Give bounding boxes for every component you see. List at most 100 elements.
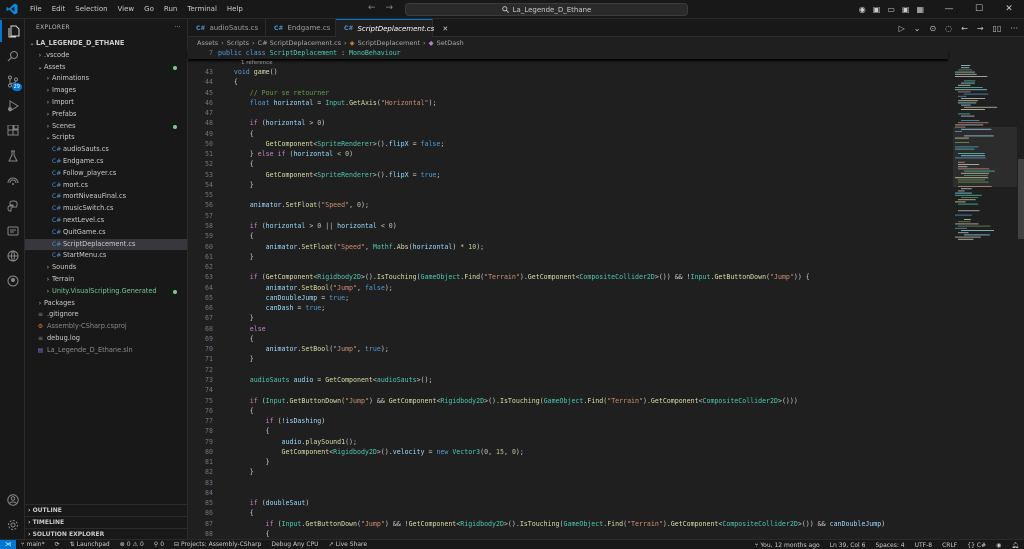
breadcrumb-item[interactable]: ScriptDeplacement [358,39,420,47]
explorer-icon[interactable] [0,20,25,42]
folder-item[interactable]: › .vscode [25,50,187,62]
ports-indicator[interactable]: ⚲ 0 [149,541,169,548]
remote-explorer-icon[interactable] [0,170,25,192]
run-debug-icon[interactable] [0,95,25,117]
projects-indicator[interactable]: ⊟ Projects: Assembly-CSharp [169,541,266,548]
search-icon[interactable] [0,45,25,67]
folder-item[interactable]: › Scenes [25,121,187,133]
extensions-icon[interactable] [0,120,25,142]
python-icon[interactable] [0,195,25,217]
menu-item-terminal[interactable]: Terminal [182,0,222,19]
back-arrow-icon[interactable]: ← [368,3,376,13]
folder-item[interactable]: › Terrain [25,274,187,286]
minimap[interactable] [953,49,1017,249]
file-item[interactable]: ≡ .gitignore [25,309,187,321]
github-icon[interactable] [0,270,25,292]
source-control-icon[interactable]: 29 [0,70,25,92]
menu-item-file[interactable]: File [25,0,47,19]
line-endings[interactable]: CRLF [937,542,962,549]
customize-layout-icon[interactable]: ▦ [916,5,924,14]
vertical-scrollbar[interactable] [1017,49,1024,539]
tab-scriptdeplacement[interactable]: C# ScriptDeplacement.cs ✕ [336,19,448,37]
command-center-search[interactable]: La_Legende_D_Ethane [405,3,688,16]
maximize-icon[interactable]: ☐ [964,0,994,19]
folder-item[interactable]: ⌄ LA_LEGENDE_D_ETHANE [25,38,187,50]
launchpad-indicator[interactable]: ⇅ Launchpad [65,541,115,548]
go-back-icon[interactable]: ← [961,24,968,33]
file-item[interactable]: C# musicSwitch.cs [25,203,187,215]
more-icon[interactable]: ··· [1010,24,1018,33]
folder-item[interactable]: › Images [25,85,187,97]
remote-indicator-icon[interactable]: ⋊ [0,539,16,549]
go-forward-icon[interactable]: → [977,24,984,33]
toggle-sidebar-icon[interactable]: ▣ [873,5,881,14]
folder-item[interactable]: › Animations [25,73,187,85]
close-window-icon[interactable]: ✕ [994,0,1024,19]
close-tab-icon[interactable]: ✕ [442,25,448,33]
copilot-icon[interactable]: ◉ [859,5,866,14]
file-item[interactable]: ≡ debug.log [25,333,187,345]
menu-item-selection[interactable]: Selection [70,0,112,19]
toggle-secondary-sidebar-icon[interactable]: ▣ [902,5,910,14]
notifications-bell-icon[interactable]: 🔔︎ [1006,542,1024,549]
indentation[interactable]: Spaces: 4 [870,542,909,549]
language-mode[interactable]: {} C# [962,542,991,549]
file-item[interactable]: C# Follow_player.cs [25,168,187,180]
breadcrumb-item[interactable]: Assets [197,39,218,47]
file-item[interactable]: C# QuitGame.cs [25,227,187,239]
split-editor-icon[interactable]: ▯▯ [993,24,1002,33]
file-item[interactable]: C# audioSauts.cs [25,144,187,156]
menu-item-run[interactable]: Run [159,0,182,19]
folder-item[interactable]: › Sounds [25,262,187,274]
file-item[interactable]: C# Endgame.cs [25,156,187,168]
settings-gear-icon[interactable] [0,514,25,536]
folder-item[interactable]: › Prefabs [25,109,187,121]
branch-indicator[interactable]: ⑂ main* [16,541,50,548]
git-blame[interactable]: ⑂ You, 12 months ago [750,542,825,549]
file-item[interactable]: C# nextLevel.cs [25,215,187,227]
run-icon[interactable]: ▷ [899,24,905,33]
debug-config[interactable]: Debug Any CPU [266,541,323,548]
menu-item-go[interactable]: Go [139,0,159,19]
folder-item[interactable]: ⌄ Scripts [25,132,187,144]
code-editor[interactable]: 1 reference 43 void game() 44 {45 // Pour… [188,59,948,539]
breadcrumb-item[interactable]: Scripts [227,39,249,47]
file-item[interactable]: C# ScriptDeplacement.cs [25,238,187,251]
toggle-panel-icon[interactable]: ▭ [887,5,895,14]
docker-icon[interactable] [0,220,25,242]
open-changes-icon[interactable]: ⊙ [929,24,936,33]
run-dropdown-icon[interactable]: ⌄ [914,24,921,33]
file-item[interactable]: C# mort.cs [25,180,187,192]
encoding[interactable]: UTF-8 [910,542,938,549]
timeline-section[interactable]: › TIMELINE [25,516,187,528]
folder-item[interactable]: › Unity.VisualScripting.Generated [25,286,187,298]
tab-endgame[interactable]: C# Endgame.cs [266,19,336,37]
copilot-status-icon[interactable]: ◉ [991,542,1006,549]
file-item[interactable]: C# mortNiveauFinal.cs [25,191,187,203]
folder-item[interactable]: › Packages [25,298,187,310]
cursor-position[interactable]: Ln 39, Col 6 [825,542,871,549]
menu-item-view[interactable]: View [113,0,140,19]
timeline-icon[interactable]: ◌ [945,24,952,33]
file-item[interactable]: ▤ La_Legende_D_Ethane.sln [25,345,187,357]
more-actions-icon[interactable]: ··· [174,19,181,36]
menu-item-help[interactable]: Help [222,0,248,19]
sticky-scroll-line[interactable]: 7 public class ScriptDeplacement : MonoB… [188,49,948,59]
outline-section[interactable]: › OUTLINE [25,504,187,516]
browser-icon[interactable] [0,245,25,267]
breadcrumb-item[interactable]: SetDash [437,39,464,47]
sync-icon[interactable]: ⟳ [50,541,65,548]
minimize-icon[interactable]: — [934,0,964,19]
problems-indicator[interactable]: ⊗ 0 ⚠ 0 [115,541,149,548]
scrollbar-thumb[interactable] [1018,159,1024,239]
folder-item[interactable]: ⌄ Assets [25,62,187,74]
menu-item-edit[interactable]: Edit [47,0,71,19]
forward-arrow-icon[interactable]: → [386,3,394,13]
minimap-viewport[interactable] [953,127,1017,187]
file-item[interactable]: C# StartMenu.cs [25,250,187,262]
testing-icon[interactable] [0,145,25,167]
codelens-references[interactable]: 1 reference [188,59,948,67]
liveshare-indicator[interactable]: ↗ Live Share [324,541,373,548]
accounts-icon[interactable] [0,489,25,511]
folder-item[interactable]: › Import [25,97,187,109]
